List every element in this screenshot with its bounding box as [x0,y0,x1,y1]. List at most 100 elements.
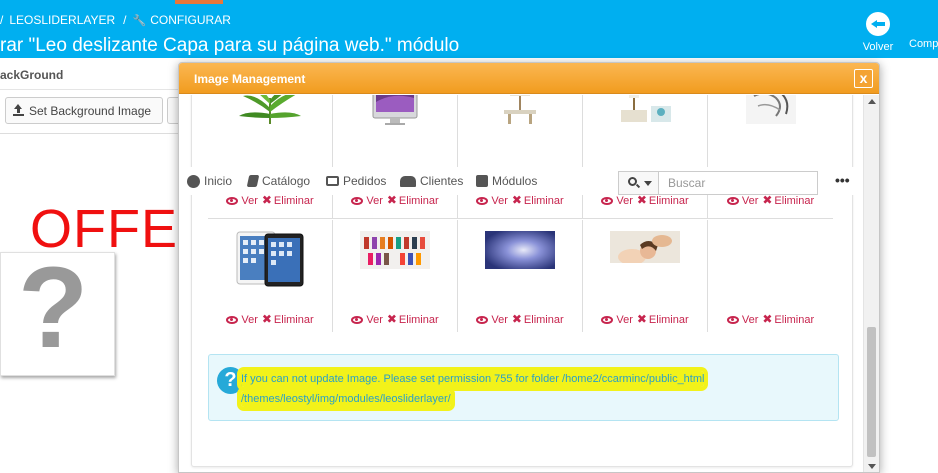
plant-image [235,95,305,124]
view-image-link[interactable]: Ver [726,314,758,326]
toolbar-comp-button[interactable]: Comp [909,38,938,50]
delete-x-icon: ✖ [762,312,773,326]
image-cell: Ver ✖ Eliminar [458,220,583,332]
nav-item-modulos[interactable]: Módulos [476,174,537,188]
credit-card-icon [326,176,339,186]
lamp-image [500,95,540,124]
breadcrumb-separator: / [123,13,127,27]
eye-icon [726,316,739,324]
image-grid: Ver ✖ Eliminar Ver ✖ Eliminar Ver ✖ Elim… [208,95,833,332]
divider [0,133,178,134]
view-image-link[interactable]: Ver [601,314,633,326]
back-button[interactable]: Volver [855,12,901,56]
image-cell: Ver ✖ Eliminar [708,220,833,332]
caret-down-icon [644,181,652,186]
question-circle-icon: ? [217,367,244,394]
users-icon [400,175,416,187]
nav-item-inicio[interactable]: Inicio [187,174,232,188]
view-image-link[interactable]: Ver [351,195,383,207]
delete-x-icon: ✖ [762,193,773,207]
eye-icon [601,197,614,205]
modal-header: Image Management x [179,63,879,94]
breadcrumb-configure-link[interactable]: CONFIGURAR [150,13,231,27]
modal-scroll-area[interactable]: Ver ✖ Eliminar Ver ✖ Eliminar Ver ✖ Elim… [185,95,863,472]
delete-x-icon: ✖ [511,193,522,207]
view-image-link[interactable]: Ver [351,314,383,326]
sketch-image [745,95,796,124]
top-header-bar: / LEOSLIDERLAYER / 🔧 CONFIGURAR rar "Leo… [0,0,938,58]
nav-item-pedidos[interactable]: Pedidos [326,174,386,188]
upload-icon [13,103,24,116]
view-image-link[interactable]: Ver [476,314,508,326]
scroll-down-arrow-icon[interactable] [868,464,876,469]
image-cell: Ver ✖ Eliminar [333,95,458,219]
nav-item-catalogo[interactable]: Catálogo [246,174,310,188]
view-image-link[interactable]: Ver [476,195,508,207]
image-actions: Ver ✖ Eliminar [708,193,833,207]
close-icon[interactable]: x [854,69,873,88]
delete-x-icon: ✖ [261,312,272,326]
page-title: rar "Leo deslizante Capa para su página … [0,35,460,56]
image-actions: Ver ✖ Eliminar [708,312,833,326]
delete-image-link[interactable]: ✖ Eliminar [383,312,439,326]
placeholder-image: ? [0,252,115,376]
eye-icon [476,197,489,205]
delete-image-link[interactable]: ✖ Eliminar [758,193,814,207]
image-cell: Ver ✖ Eliminar [708,95,833,219]
delete-image-link[interactable]: ✖ Eliminar [383,193,439,207]
delete-image-link[interactable]: ✖ Eliminar [508,312,564,326]
view-image-link[interactable]: Ver [601,195,633,207]
delete-image-link[interactable]: ✖ Eliminar [258,193,314,207]
scrollbar-thumb[interactable] [867,327,876,457]
content-card: Ver ✖ Eliminar Ver ✖ Eliminar Ver ✖ Elim… [191,95,853,467]
puzzle-icon [476,175,488,187]
image-cell: Ver ✖ Eliminar [458,95,583,219]
image-actions: Ver ✖ Eliminar [208,312,332,326]
scroll-up-arrow-icon[interactable] [868,99,876,104]
image-cell: Ver ✖ Eliminar [208,95,333,219]
modal-scrollbar[interactable] [863,95,879,472]
image-management-modal: Image Management x Ver ✖ Eliminar Ver ✖ … [178,62,880,473]
delete-image-link[interactable]: ✖ Eliminar [758,312,814,326]
wrench-icon: 🔧 [132,14,147,27]
breadcrumb-separator: / [0,13,4,27]
image-cell: Ver ✖ Eliminar [333,220,458,332]
image-actions: Ver ✖ Eliminar [583,193,707,207]
delete-x-icon: ✖ [511,312,522,326]
eye-icon [226,316,239,324]
back-button-label: Volver [862,41,894,53]
book-icon [246,175,260,187]
view-image-link[interactable]: Ver [726,195,758,207]
delete-x-icon: ✖ [636,312,647,326]
alert-line-2: /themes/leostyl/img/modules/leosliderlay… [241,391,451,407]
image-actions: Ver ✖ Eliminar [458,312,582,326]
image-cell: Ver ✖ Eliminar [583,95,708,219]
admin-nav-bar: Inicio Catálogo Pedidos Clientes Módulos… [185,167,863,195]
image-cell: Ver ✖ Eliminar [583,220,708,332]
alert-message: If you can not update Image. Please set … [241,369,811,409]
delete-x-icon: ✖ [636,193,647,207]
set-background-label: Set Background Image [29,103,152,118]
nail-polish-image [360,231,430,269]
question-mark-icon: ? [18,252,89,372]
view-image-link[interactable]: Ver [226,195,258,207]
delete-x-icon: ✖ [386,193,397,207]
delete-image-link[interactable]: ✖ Eliminar [258,312,314,326]
search-type-dropdown[interactable] [619,172,659,194]
dashboard-icon [187,174,200,188]
search-input[interactable] [660,172,817,194]
delete-image-link[interactable]: ✖ Eliminar [508,193,564,207]
more-options-icon[interactable]: ••• [835,172,850,188]
image-actions: Ver ✖ Eliminar [458,193,582,207]
delete-image-link[interactable]: ✖ Eliminar [633,312,689,326]
delete-image-link[interactable]: ✖ Eliminar [633,193,689,207]
view-image-link[interactable]: Ver [226,314,258,326]
eye-icon [726,197,739,205]
breadcrumb: / LEOSLIDERLAYER / 🔧 CONFIGURAR [0,12,231,28]
breadcrumb-module-link[interactable]: LEOSLIDERLAYER [9,13,115,27]
nav-item-clientes[interactable]: Clientes [400,174,463,188]
modal-title: Image Management [194,72,306,86]
background-panel-title: ackGround [0,68,64,82]
imac-image [371,95,419,126]
set-background-image-button[interactable]: Set Background Image [5,97,163,124]
